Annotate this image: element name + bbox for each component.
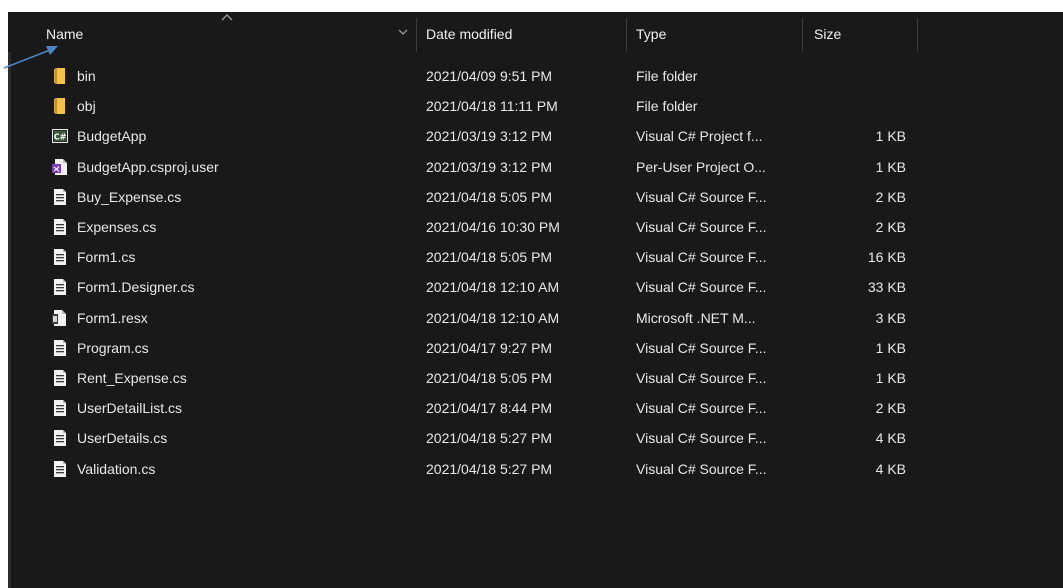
file-name: Form1.cs xyxy=(77,249,136,266)
folder-icon xyxy=(51,91,69,121)
file-size: 1 KB xyxy=(875,128,906,145)
file-size: 4 KB xyxy=(875,460,906,477)
file-row[interactable]: Form1.resx 2021/04/18 12:10 AM Microsoft .… xyxy=(8,303,1063,333)
column-header-name[interactable]: Name xyxy=(46,12,83,52)
file-row[interactable]: Rent_Expense.cs 2021/04/18 5:05 PM Visual … xyxy=(8,363,1063,393)
file-type: Per-User Project O... xyxy=(636,158,766,175)
file-size: 16 KB xyxy=(867,249,906,266)
column-divider[interactable] xyxy=(917,18,918,52)
file-type: Visual C# Source F... xyxy=(636,400,767,417)
source-file-icon xyxy=(51,454,69,484)
file-row[interactable]: Buy_Expense.cs 2021/04/18 5:05 PM Visual C… xyxy=(8,182,1063,212)
source-file-icon xyxy=(51,242,69,272)
file-row[interactable]: BudgetApp.csproj.user 2021/03/19 3:12 PM P… xyxy=(8,152,1063,182)
file-name: bin xyxy=(77,68,96,84)
file-name: Form1.Designer.cs xyxy=(77,279,195,296)
svg-text:C#: C# xyxy=(54,133,67,142)
file-size xyxy=(808,61,906,91)
source-file-icon xyxy=(51,393,69,423)
file-name: UserDetails.cs xyxy=(77,430,168,447)
file-size: 4 KB xyxy=(875,430,906,447)
source-file-icon xyxy=(51,272,69,302)
chevron-down-icon[interactable] xyxy=(398,28,408,36)
file-row[interactable]: Form1.cs 2021/04/18 5:05 PM Visual C# Sour… xyxy=(8,242,1063,272)
file-size xyxy=(808,91,906,121)
file-row[interactable]: Form1.Designer.cs 2021/04/18 12:10 AM Visu… xyxy=(8,272,1063,302)
file-row[interactable]: Program.cs 2021/04/17 9:27 PM Visual C# So… xyxy=(8,333,1063,363)
file-row[interactable]: obj 2021/04/18 11:11 PM File folder xyxy=(8,91,1063,121)
file-name: BudgetApp.csproj.user xyxy=(77,158,219,175)
source-file-icon xyxy=(51,333,69,363)
source-file-icon xyxy=(51,423,69,453)
column-header-size[interactable]: Size xyxy=(814,12,841,52)
file-type: File folder xyxy=(636,68,698,84)
file-date-modified: 2021/04/17 8:44 PM xyxy=(426,400,553,417)
file-date-modified: 2021/04/18 5:27 PM xyxy=(426,460,553,477)
file-size: 33 KB xyxy=(867,279,906,296)
file-date-modified: 2021/04/18 11:11 PM xyxy=(426,98,558,115)
file-date-modified: 2021/03/19 3:12 PM xyxy=(426,128,553,145)
file-date-modified: 2021/04/18 5:05 PM xyxy=(426,370,553,386)
file-row[interactable]: UserDetailList.cs 2021/04/17 8:44 PM Visua… xyxy=(8,393,1063,423)
source-file-icon xyxy=(51,182,69,212)
column-divider[interactable] xyxy=(626,18,627,52)
file-row[interactable]: Expenses.cs 2021/04/16 10:30 PM Visual C# … xyxy=(8,212,1063,242)
file-name: UserDetailList.cs xyxy=(77,400,183,417)
file-size: 2 KB xyxy=(875,400,906,417)
sort-ascending-icon[interactable] xyxy=(219,12,235,22)
file-name: Expenses.cs xyxy=(77,219,157,235)
file-date-modified: 2021/04/17 9:27 PM xyxy=(426,339,553,356)
file-date-modified: 2021/04/18 5:05 PM xyxy=(426,249,553,266)
file-type: Visual C# Source F... xyxy=(636,188,767,205)
file-name: obj xyxy=(77,98,96,115)
file-size: 1 KB xyxy=(875,370,906,386)
file-row[interactable]: C# BudgetApp 2021/03/19 3:12 PM Visual C# P… xyxy=(8,121,1063,151)
column-header-type[interactable]: Type xyxy=(636,12,666,52)
column-header-bar: Name Date modified Type Size xyxy=(8,12,1063,52)
file-type: Visual C# Source F... xyxy=(636,430,767,447)
file-type: Visual C# Source F... xyxy=(636,370,767,386)
column-divider[interactable] xyxy=(416,18,417,52)
file-date-modified: 2021/04/18 5:05 PM xyxy=(426,188,553,205)
file-name: Rent_Expense.cs xyxy=(77,370,187,386)
file-row[interactable]: bin 2021/04/09 9:51 PM File folder xyxy=(8,61,1063,91)
file-date-modified: 2021/03/19 3:12 PM xyxy=(426,158,553,175)
file-type: Visual C# Source F... xyxy=(636,249,767,266)
file-size: 2 KB xyxy=(875,188,906,205)
file-row[interactable]: UserDetails.cs 2021/04/18 5:27 PM Visual C… xyxy=(8,423,1063,453)
file-size: 1 KB xyxy=(875,158,906,175)
file-row[interactable]: Validation.cs 2021/04/18 5:27 PM Visual C#… xyxy=(8,454,1063,484)
file-date-modified: 2021/04/18 5:27 PM xyxy=(426,430,553,447)
file-type: Microsoft .NET M... xyxy=(636,309,756,326)
column-header-date-modified[interactable]: Date modified xyxy=(426,12,512,52)
file-type: Visual C# Source F... xyxy=(636,339,767,356)
vs-user-file-icon xyxy=(51,152,69,182)
file-type: File folder xyxy=(636,98,698,115)
file-date-modified: 2021/04/09 9:51 PM xyxy=(426,68,553,84)
file-name: BudgetApp xyxy=(77,128,147,145)
file-name: Form1.resx xyxy=(77,309,148,326)
file-type: Visual C# Source F... xyxy=(636,279,767,296)
file-size: 3 KB xyxy=(875,309,906,326)
folder-icon xyxy=(51,61,69,91)
file-date-modified: 2021/04/16 10:30 PM xyxy=(426,219,560,235)
file-size: 2 KB xyxy=(875,219,906,235)
screenshot-canvas: Name Date modified Type Size bin 2021/04/… xyxy=(0,0,1063,588)
file-date-modified: 2021/04/18 12:10 AM xyxy=(426,279,560,296)
file-type: Visual C# Project f... xyxy=(636,128,763,145)
file-explorer-window: Name Date modified Type Size bin 2021/04/… xyxy=(8,12,1063,588)
file-type: Visual C# Source F... xyxy=(636,460,767,477)
file-name: Buy_Expense.cs xyxy=(77,188,182,205)
file-size: 1 KB xyxy=(875,339,906,356)
resx-file-icon xyxy=(51,303,69,333)
file-name: Validation.cs xyxy=(77,460,156,477)
source-file-icon xyxy=(51,363,69,393)
file-date-modified: 2021/04/18 12:10 AM xyxy=(426,309,560,326)
column-divider[interactable] xyxy=(802,18,803,52)
csharp-project-icon: C# xyxy=(51,121,69,151)
file-name: Program.cs xyxy=(77,339,149,356)
file-type: Visual C# Source F... xyxy=(636,219,767,235)
source-file-icon xyxy=(51,212,69,242)
